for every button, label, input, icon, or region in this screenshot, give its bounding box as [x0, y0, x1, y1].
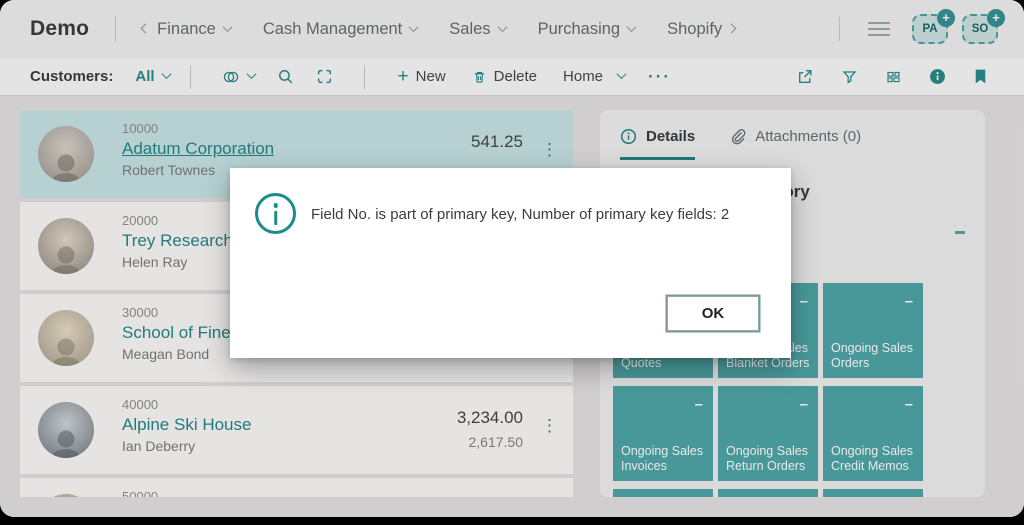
- app-window: Demo Finance Cash Management Sales Purch…: [0, 0, 1024, 517]
- info-circle-icon: [255, 193, 296, 234]
- ok-button[interactable]: OK: [667, 296, 759, 331]
- message-dialog: Field No. is part of primary key, Number…: [230, 168, 791, 358]
- dialog-message: Field No. is part of primary key, Number…: [311, 206, 730, 223]
